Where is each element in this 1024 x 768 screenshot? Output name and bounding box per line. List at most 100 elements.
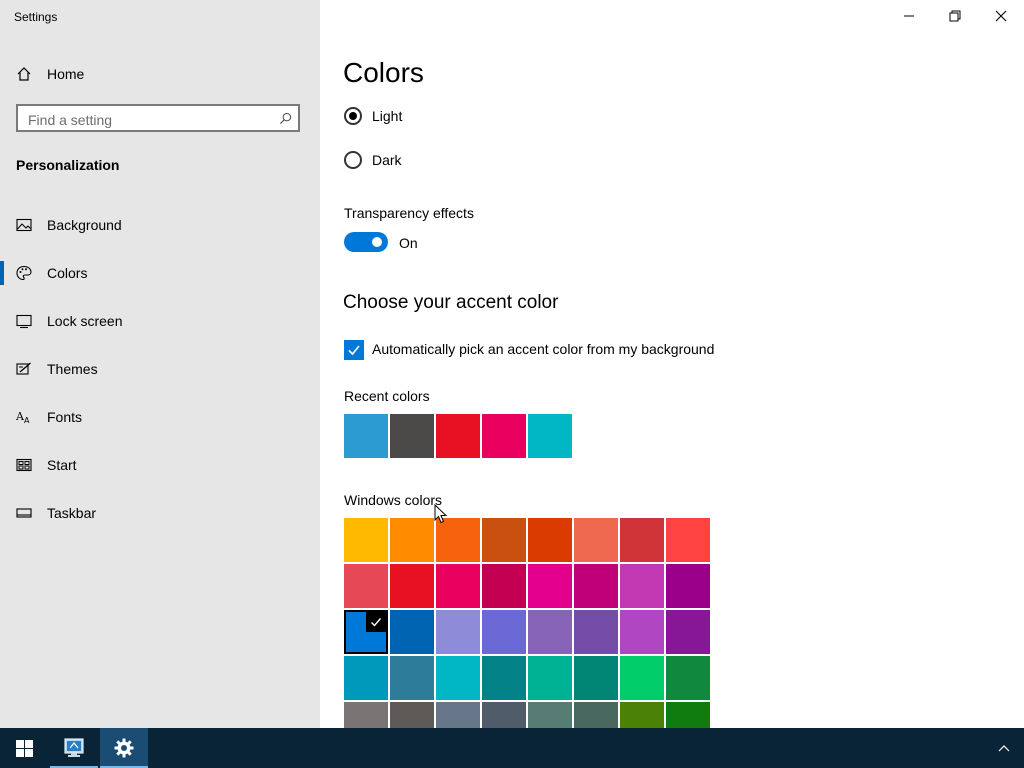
- windows-color-swatch[interactable]: [574, 610, 618, 654]
- start-button[interactable]: [0, 728, 48, 768]
- windows-color-swatch[interactable]: [620, 610, 664, 654]
- show-hidden-icons-button[interactable]: [984, 728, 1024, 768]
- recent-color-swatch[interactable]: [528, 414, 572, 458]
- transparency-state: On: [399, 235, 418, 251]
- close-icon: [995, 10, 1007, 22]
- windows-color-swatch[interactable]: [482, 564, 526, 608]
- windows-color-swatch[interactable]: [528, 518, 572, 562]
- windows-color-swatch[interactable]: [344, 610, 388, 654]
- palette-icon: [16, 265, 32, 281]
- windows-color-swatch[interactable]: [344, 656, 388, 700]
- windows-color-swatch[interactable]: [666, 702, 710, 728]
- close-button[interactable]: [978, 0, 1024, 32]
- page-title: Colors: [343, 57, 424, 88]
- windows-color-swatch[interactable]: [574, 702, 618, 728]
- accent-heading: Choose your accent color: [343, 292, 559, 313]
- sidebar: Settings Home Find a setting Personaliza…: [0, 0, 320, 728]
- windows-color-swatch[interactable]: [436, 610, 480, 654]
- recent-color-swatch[interactable]: [390, 414, 434, 458]
- recent-colors-label: Recent colors: [344, 388, 430, 404]
- transparency-toggle[interactable]: [344, 232, 388, 252]
- windows-color-swatch[interactable]: [344, 564, 388, 608]
- themes-icon: [16, 362, 31, 375]
- windows-color-swatch[interactable]: [574, 656, 618, 700]
- computer-icon: [64, 738, 84, 757]
- windows-color-swatch[interactable]: [620, 702, 664, 728]
- dark-mode-radio[interactable]: Dark: [344, 151, 402, 169]
- sidebar-item-fonts[interactable]: AA Fonts: [0, 393, 320, 441]
- sidebar-item-label: Taskbar: [47, 505, 97, 521]
- windows-color-swatch[interactable]: [666, 656, 710, 700]
- recent-colors-grid: [344, 414, 572, 458]
- windows-color-swatch[interactable]: [390, 702, 434, 728]
- sidebar-item-background[interactable]: Background: [0, 201, 320, 249]
- windows-color-swatch[interactable]: [436, 564, 480, 608]
- windows-color-swatch[interactable]: [390, 564, 434, 608]
- home-nav-item[interactable]: Home: [16, 63, 84, 85]
- windows-color-swatch[interactable]: [436, 656, 480, 700]
- sidebar-item-label: Start: [47, 457, 77, 473]
- search-input[interactable]: Find a setting: [16, 104, 300, 132]
- windows-color-swatch[interactable]: [390, 518, 434, 562]
- svg-text:A: A: [24, 416, 30, 425]
- chevron-up-icon: [998, 745, 1010, 752]
- sidebar-item-colors[interactable]: Colors: [0, 249, 320, 297]
- windows-color-swatch[interactable]: [528, 702, 572, 728]
- sidebar-item-start[interactable]: Start: [0, 441, 320, 489]
- recent-color-swatch[interactable]: [436, 414, 480, 458]
- radio-circle[interactable]: [344, 107, 362, 125]
- windows-color-swatch[interactable]: [482, 656, 526, 700]
- windows-color-swatch[interactable]: [528, 610, 572, 654]
- windows-color-swatch[interactable]: [574, 564, 618, 608]
- windows-color-swatch[interactable]: [436, 702, 480, 728]
- minimize-button[interactable]: [886, 0, 932, 32]
- search-icon: [279, 112, 292, 125]
- sidebar-nav: Background Colors Lock screen Themes AA …: [0, 201, 320, 537]
- home-icon: [17, 67, 31, 81]
- recent-color-swatch[interactable]: [344, 414, 388, 458]
- toggle-knob: [372, 237, 382, 247]
- windows-color-swatch[interactable]: [344, 518, 388, 562]
- taskbar: [0, 728, 1024, 768]
- fonts-icon: AA: [16, 410, 30, 425]
- radio-circle[interactable]: [344, 151, 362, 169]
- taskbar-icon: [16, 508, 32, 518]
- windows-color-swatch[interactable]: [482, 702, 526, 728]
- windows-color-swatch[interactable]: [344, 702, 388, 728]
- restore-button[interactable]: [932, 0, 978, 32]
- windows-color-swatch[interactable]: [666, 518, 710, 562]
- windows-logo-icon: [15, 739, 33, 757]
- windows-color-swatch[interactable]: [528, 564, 572, 608]
- windows-color-swatch[interactable]: [666, 610, 710, 654]
- windows-color-swatch[interactable]: [620, 564, 664, 608]
- start-icon: [16, 458, 32, 472]
- radio-dot: [349, 112, 357, 120]
- sidebar-item-themes[interactable]: Themes: [0, 345, 320, 393]
- windows-color-swatch[interactable]: [482, 610, 526, 654]
- picture-icon: [16, 218, 32, 232]
- taskbar-app-computer[interactable]: [50, 728, 98, 768]
- windows-color-swatch[interactable]: [666, 564, 710, 608]
- sidebar-item-lock-screen[interactable]: Lock screen: [0, 297, 320, 345]
- mouse-cursor-icon: [434, 504, 448, 524]
- windows-color-swatch[interactable]: [620, 518, 664, 562]
- windows-color-swatch[interactable]: [390, 610, 434, 654]
- minimize-icon: [904, 15, 914, 17]
- taskbar-app-settings[interactable]: [100, 728, 148, 768]
- auto-pick-checkbox[interactable]: [344, 340, 364, 360]
- windows-color-swatch[interactable]: [436, 518, 480, 562]
- sidebar-item-taskbar[interactable]: Taskbar: [0, 489, 320, 537]
- windows-color-swatch[interactable]: [390, 656, 434, 700]
- windows-color-swatch[interactable]: [482, 518, 526, 562]
- selected-check-icon: [366, 612, 386, 632]
- windows-colors-grid: [344, 518, 710, 728]
- section-title: Personalization: [16, 157, 120, 173]
- windows-color-swatch[interactable]: [528, 656, 572, 700]
- recent-color-swatch[interactable]: [482, 414, 526, 458]
- windows-color-swatch[interactable]: [620, 656, 664, 700]
- windows-color-swatch[interactable]: [574, 518, 618, 562]
- sidebar-item-label: Lock screen: [47, 313, 123, 329]
- sidebar-item-label: Fonts: [47, 409, 83, 425]
- search-placeholder: Find a setting: [28, 112, 113, 128]
- light-mode-radio[interactable]: Light: [344, 107, 402, 125]
